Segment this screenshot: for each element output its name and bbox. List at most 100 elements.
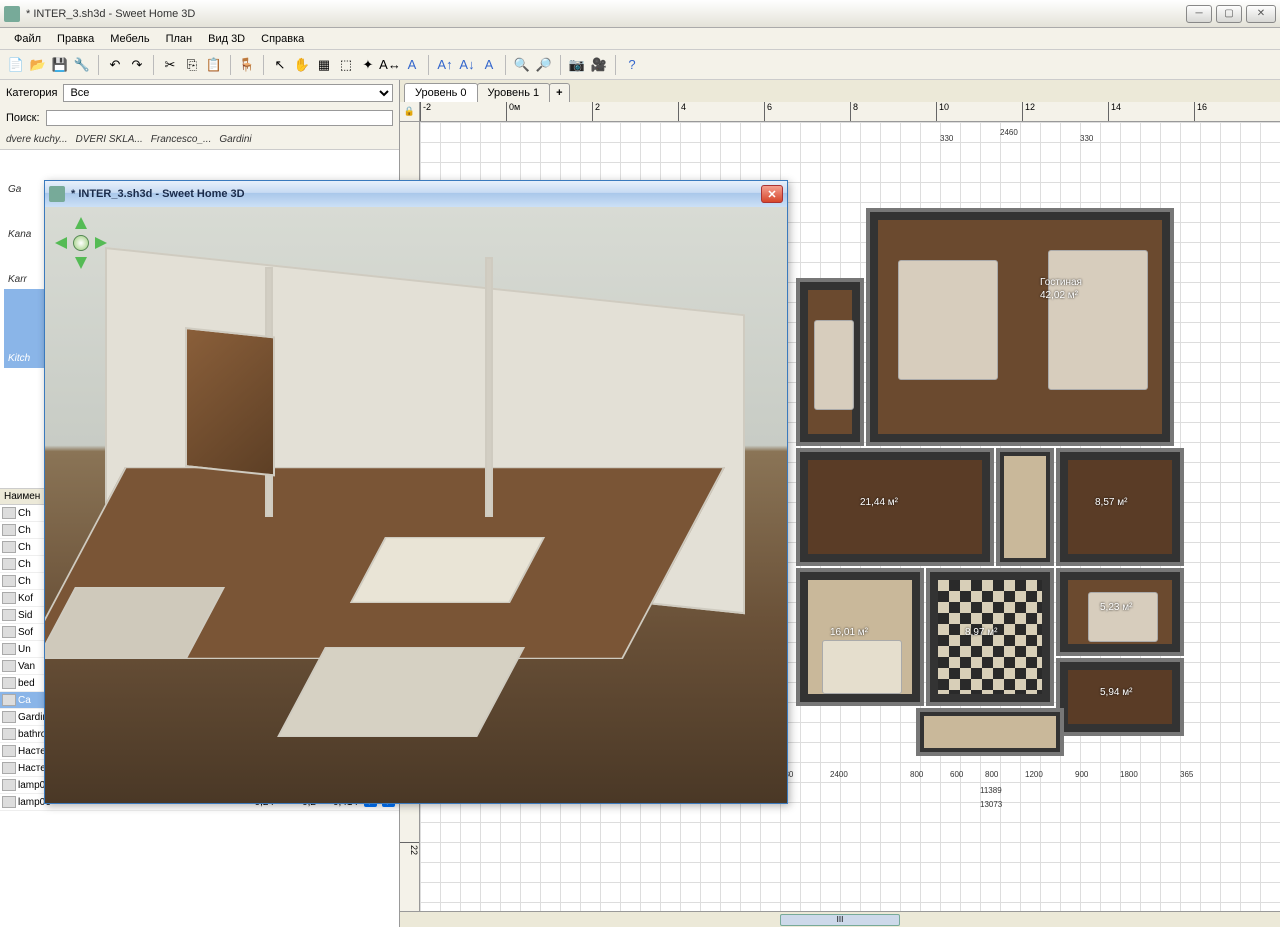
menu-file[interactable]: Файл: [6, 30, 49, 48]
room-4[interactable]: [1060, 572, 1180, 652]
nav-left-icon[interactable]: [55, 237, 67, 249]
text-dec-icon[interactable]: A↓: [457, 55, 477, 75]
furniture-tab[interactable]: dvere kuchy...: [6, 134, 68, 145]
menu-furniture[interactable]: Мебель: [102, 30, 157, 48]
level-tab-add[interactable]: +: [549, 83, 569, 102]
view3d-title: * INTER_3.sh3d - Sweet Home 3D: [71, 188, 761, 200]
ruler-tick: 2: [592, 102, 600, 121]
furniture-tab[interactable]: Francesco_...: [151, 134, 212, 145]
view3d-close-button[interactable]: ✕: [761, 185, 783, 203]
horizontal-scrollbar[interactable]: III: [400, 911, 1280, 927]
furniture-thumb-icon: [2, 728, 16, 740]
room-side[interactable]: [800, 282, 860, 442]
room-7[interactable]: [1060, 662, 1180, 732]
nav-center-icon[interactable]: [73, 235, 89, 251]
save-icon[interactable]: 💾: [50, 55, 70, 75]
polyline-tool-icon[interactable]: ✦: [358, 55, 378, 75]
category-row: Категория Все: [0, 80, 399, 106]
photo-icon[interactable]: 📷: [567, 55, 587, 75]
video-icon[interactable]: 🎥: [589, 55, 609, 75]
undo-icon[interactable]: ↶: [105, 55, 125, 75]
minimize-button[interactable]: ─: [1186, 5, 1212, 23]
pan-tool-icon[interactable]: ✋: [292, 55, 312, 75]
app-icon: [49, 186, 65, 202]
furniture-thumb-icon: [2, 711, 16, 723]
view3d-canvas[interactable]: [45, 207, 787, 803]
furniture-table[interactable]: [898, 260, 998, 380]
view3d-titlebar[interactable]: * INTER_3.sh3d - Sweet Home 3D ✕: [45, 181, 787, 207]
close-button[interactable]: ✕: [1246, 5, 1276, 23]
dimension-label: 800: [985, 770, 998, 779]
room-2[interactable]: [800, 452, 990, 562]
level-tab-1[interactable]: Уровень 1: [477, 83, 551, 102]
scrollbar-thumb[interactable]: III: [780, 914, 900, 926]
furniture-sofa-group[interactable]: [1048, 250, 1148, 390]
floor-plan: 330 2460 330 Гостиная 42,02 м² 21,44 м²: [800, 152, 1260, 772]
dimension-label: 800: [910, 770, 923, 779]
level-tab-0[interactable]: Уровень 0: [404, 83, 478, 102]
help-icon[interactable]: ?: [622, 55, 642, 75]
furniture-thumb-icon: [2, 643, 16, 655]
prefs-icon[interactable]: 🔧: [72, 55, 92, 75]
cut-icon[interactable]: ✂: [160, 55, 180, 75]
room-tool-icon[interactable]: ⬚: [336, 55, 356, 75]
text-inc-icon[interactable]: A↑: [435, 55, 455, 75]
text-tool-icon[interactable]: A: [402, 55, 422, 75]
furniture-bed[interactable]: [1088, 592, 1158, 642]
toolbar-separator: [263, 55, 264, 75]
room-living[interactable]: [870, 212, 1170, 442]
furniture-thumb-icon: [2, 677, 16, 689]
paste-icon[interactable]: 📋: [204, 55, 224, 75]
dimension-label: 2400: [830, 770, 848, 779]
furniture-tab[interactable]: Gardini: [219, 134, 251, 145]
search-input[interactable]: [46, 110, 393, 126]
text-style-icon[interactable]: A: [479, 55, 499, 75]
furniture-thumb-icon: [2, 524, 16, 536]
furniture-bed[interactable]: [822, 640, 902, 694]
wall-tool-icon[interactable]: ▦: [314, 55, 334, 75]
ruler-tick: 16: [1194, 102, 1207, 121]
furniture-thumb-icon: [2, 507, 16, 519]
menu-help[interactable]: Справка: [253, 30, 312, 48]
menu-edit[interactable]: Правка: [49, 30, 102, 48]
new-icon[interactable]: 📄: [6, 55, 26, 75]
room-3[interactable]: [1060, 452, 1180, 562]
furniture-thumb-icon: [2, 779, 16, 791]
redo-icon[interactable]: ↷: [127, 55, 147, 75]
toolbar-separator: [505, 55, 506, 75]
dimension-tool-icon[interactable]: A↔: [380, 55, 400, 75]
open-icon[interactable]: 📂: [28, 55, 48, 75]
furniture-tab[interactable]: DVERI SKLA...: [76, 134, 143, 145]
toolbar-separator: [560, 55, 561, 75]
nav-down-icon[interactable]: [75, 257, 87, 269]
ruler-ticks: -20м246810121416: [420, 102, 1280, 121]
furniture-thumb-icon: [2, 694, 16, 706]
zoom-in-icon[interactable]: 🔍: [512, 55, 532, 75]
wall-3d: [485, 257, 493, 517]
room-corridor[interactable]: [1000, 452, 1050, 562]
furniture-3d: [277, 647, 525, 737]
navigation-widget[interactable]: [53, 215, 109, 271]
category-select[interactable]: Все: [63, 84, 393, 102]
view3d-window[interactable]: * INTER_3.sh3d - Sweet Home 3D ✕: [44, 180, 788, 804]
zoom-out-icon[interactable]: 🔎: [534, 55, 554, 75]
search-row: Поиск:: [0, 106, 399, 130]
furniture-thumb-icon: [2, 575, 16, 587]
room-6[interactable]: [930, 572, 1050, 702]
menu-3d[interactable]: Вид 3D: [200, 30, 253, 48]
nav-up-icon[interactable]: [75, 217, 87, 229]
select-tool-icon[interactable]: ↖: [270, 55, 290, 75]
menubar: Файл Правка Мебель План Вид 3D Справка: [0, 28, 1280, 50]
maximize-button[interactable]: ▢: [1216, 5, 1242, 23]
dimension-label: 330: [940, 134, 953, 143]
room-5[interactable]: [800, 572, 920, 702]
lock-icon[interactable]: 🔒: [400, 102, 420, 121]
dimension-label: 365: [1180, 770, 1193, 779]
add-furniture-icon[interactable]: 🪑: [237, 55, 257, 75]
furniture-piece[interactable]: [814, 320, 854, 410]
room-hall[interactable]: [920, 712, 1060, 752]
toolbar-separator: [230, 55, 231, 75]
menu-plan[interactable]: План: [158, 30, 201, 48]
copy-icon[interactable]: ⎘: [182, 55, 202, 75]
toolbar-separator: [153, 55, 154, 75]
